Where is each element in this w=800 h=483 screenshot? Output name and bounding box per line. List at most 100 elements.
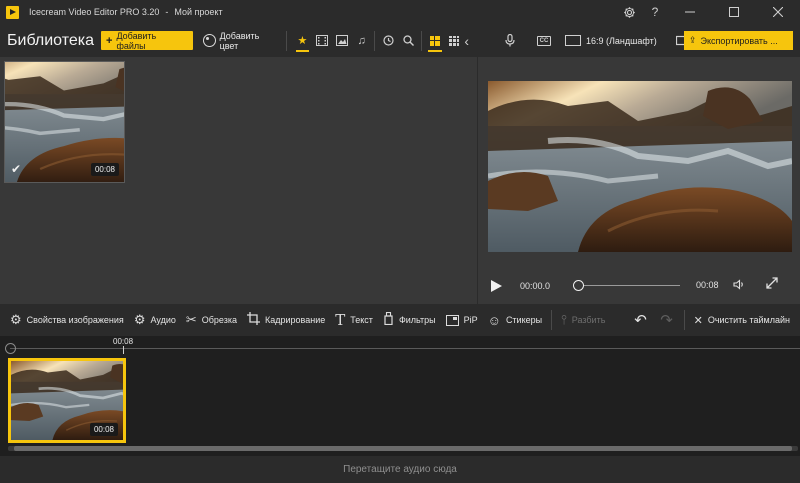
crop-button[interactable]: Кадрирование bbox=[242, 304, 330, 336]
timeline-clip[interactable]: 00:08 bbox=[8, 358, 126, 443]
library-toolbar: Библиотека + Добавить файлы Добавить цве… bbox=[0, 24, 477, 57]
export-icon: ⇪ bbox=[689, 35, 697, 45]
close-x-icon: ✕ bbox=[693, 314, 703, 327]
filter-image-icon[interactable] bbox=[332, 29, 352, 53]
plus-icon: + bbox=[106, 34, 113, 47]
scrollbar-thumb[interactable] bbox=[14, 446, 792, 451]
film-frame-icon bbox=[565, 35, 581, 46]
recent-clock-icon[interactable] bbox=[378, 29, 398, 53]
filters-button[interactable]: Фильтры bbox=[378, 304, 441, 336]
timeline-clip-duration: 00:08 bbox=[89, 423, 118, 436]
preview-toolbar: CC 16:9 (Ландшафт) ⇪ Экспортировать ... bbox=[478, 24, 800, 57]
smiley-icon: ☺ bbox=[487, 312, 501, 328]
minimize-button[interactable] bbox=[668, 0, 712, 24]
player-controls: 00:00.0 00:08 bbox=[478, 271, 800, 301]
add-color-button[interactable]: Добавить цвет bbox=[202, 30, 280, 51]
ruler-tick bbox=[123, 346, 124, 354]
text-label: Текст bbox=[350, 315, 373, 325]
app-name: Icecream Video Editor PRO 3.20 bbox=[29, 7, 160, 17]
split-button[interactable]: ⫯ Разбить bbox=[556, 304, 610, 336]
filters-label: Фильтры bbox=[398, 315, 436, 325]
stickers-label: Стикеры bbox=[505, 315, 543, 325]
captions-cc-icon[interactable]: CC bbox=[529, 24, 559, 57]
filters-bottle-icon bbox=[383, 311, 394, 328]
audio-drop-hint: Перетащите аудио сюда bbox=[343, 464, 457, 475]
maximize-button[interactable] bbox=[712, 0, 756, 24]
gear-icon[interactable] bbox=[616, 0, 642, 24]
filter-favorites-star-icon[interactable]: ★ bbox=[293, 29, 313, 53]
title-separator: - bbox=[165, 7, 169, 17]
export-button[interactable]: ⇪ Экспортировать ... bbox=[684, 31, 793, 50]
video-preview[interactable] bbox=[488, 81, 792, 252]
audio-settings-gear-icon: ⚙ bbox=[133, 312, 146, 327]
help-icon[interactable]: ? bbox=[642, 0, 668, 24]
title-bar: Icecream Video Editor PRO 3.20 - Мой про… bbox=[0, 0, 800, 24]
redo-icon[interactable]: ↷ bbox=[654, 311, 680, 329]
image-properties-label: Свойства изображения bbox=[26, 315, 124, 325]
playhead-handle[interactable] bbox=[5, 343, 16, 354]
export-label: Экспортировать ... bbox=[700, 35, 778, 46]
collapse-panel-chevron-icon[interactable]: ‹ bbox=[464, 33, 469, 49]
current-time: 00:00.0 bbox=[520, 281, 551, 291]
seek-bar[interactable] bbox=[573, 280, 680, 291]
divider bbox=[683, 310, 685, 330]
crop-icon bbox=[247, 312, 261, 328]
audio-label: Аудио bbox=[150, 315, 176, 325]
timeline[interactable]: 00:08 00:08 bbox=[0, 336, 800, 456]
pip-button[interactable]: PiP bbox=[441, 304, 483, 336]
divider bbox=[420, 30, 422, 51]
library-title: Библиотека bbox=[7, 31, 94, 49]
add-files-button[interactable]: + Добавить файлы bbox=[101, 30, 193, 51]
palette-icon bbox=[202, 34, 216, 47]
aspect-ratio-selector[interactable]: 16:9 (Ландшафт) bbox=[565, 35, 657, 46]
timeline-ruler bbox=[10, 348, 800, 349]
project-name: Мой проект bbox=[174, 7, 223, 17]
split-icon: ⫯ bbox=[561, 312, 567, 327]
pip-icon bbox=[445, 314, 459, 326]
trim-label: Обрезка bbox=[201, 315, 238, 325]
search-icon[interactable] bbox=[398, 29, 418, 53]
trim-button[interactable]: ✂ Обрезка bbox=[181, 304, 242, 336]
filter-music-icon[interactable]: ♫ bbox=[352, 29, 372, 53]
close-button[interactable] bbox=[756, 0, 800, 24]
app-logo-icon bbox=[6, 5, 19, 19]
add-files-label: Добавить файлы bbox=[116, 30, 157, 51]
ruler-time-label: 00:08 bbox=[113, 337, 134, 346]
microphone-icon[interactable] bbox=[495, 24, 525, 57]
seek-handle[interactable] bbox=[573, 280, 584, 291]
audio-button[interactable]: ⚙ Аудио bbox=[129, 304, 181, 336]
stickers-button[interactable]: ☺ Стикеры bbox=[483, 304, 547, 336]
pip-label: PiP bbox=[463, 315, 478, 325]
add-color-label: Добавить цвет bbox=[219, 30, 260, 51]
library-panel: ✔ 00:08 bbox=[0, 57, 477, 304]
gear-icon: ⚙ bbox=[10, 312, 22, 327]
total-duration: 00:08 bbox=[696, 280, 719, 290]
preview-frame-image bbox=[488, 81, 792, 252]
divider bbox=[374, 30, 376, 51]
volume-icon[interactable] bbox=[733, 279, 745, 293]
scissors-icon: ✂ bbox=[185, 312, 197, 327]
edit-toolbar: ⚙ Свойства изображения ⚙ Аудио ✂ Обрезка… bbox=[0, 304, 800, 336]
audio-drop-zone[interactable]: Перетащите аудио сюда bbox=[0, 456, 800, 483]
text-icon: T bbox=[335, 311, 346, 329]
preview-panel: 00:00.0 00:08 bbox=[478, 57, 800, 304]
image-properties-button[interactable]: ⚙ Свойства изображения bbox=[0, 304, 129, 336]
split-label: Разбить bbox=[571, 315, 606, 325]
clear-timeline-label: Очистить таймлайн bbox=[707, 315, 790, 325]
crop-label: Кадрирование bbox=[265, 315, 326, 325]
checkmark-icon: ✔ bbox=[11, 162, 22, 176]
divider bbox=[551, 310, 553, 330]
divider bbox=[285, 30, 287, 51]
large-grid-view-icon[interactable] bbox=[425, 29, 445, 53]
library-item[interactable]: ✔ 00:08 bbox=[4, 61, 125, 183]
clear-timeline-button[interactable]: ✕ Очистить таймлайн bbox=[689, 304, 800, 336]
aspect-ratio-label: 16:9 (Ландшафт) bbox=[586, 35, 657, 46]
fullscreen-icon[interactable] bbox=[766, 277, 778, 292]
play-icon[interactable] bbox=[491, 280, 502, 292]
filter-video-icon[interactable] bbox=[312, 29, 332, 53]
small-grid-view-icon[interactable] bbox=[445, 29, 465, 53]
text-button[interactable]: T Текст bbox=[330, 304, 378, 336]
timeline-scrollbar[interactable] bbox=[8, 446, 798, 451]
clip-duration-badge: 00:08 bbox=[90, 163, 119, 176]
undo-icon[interactable]: ↶ bbox=[628, 311, 654, 329]
